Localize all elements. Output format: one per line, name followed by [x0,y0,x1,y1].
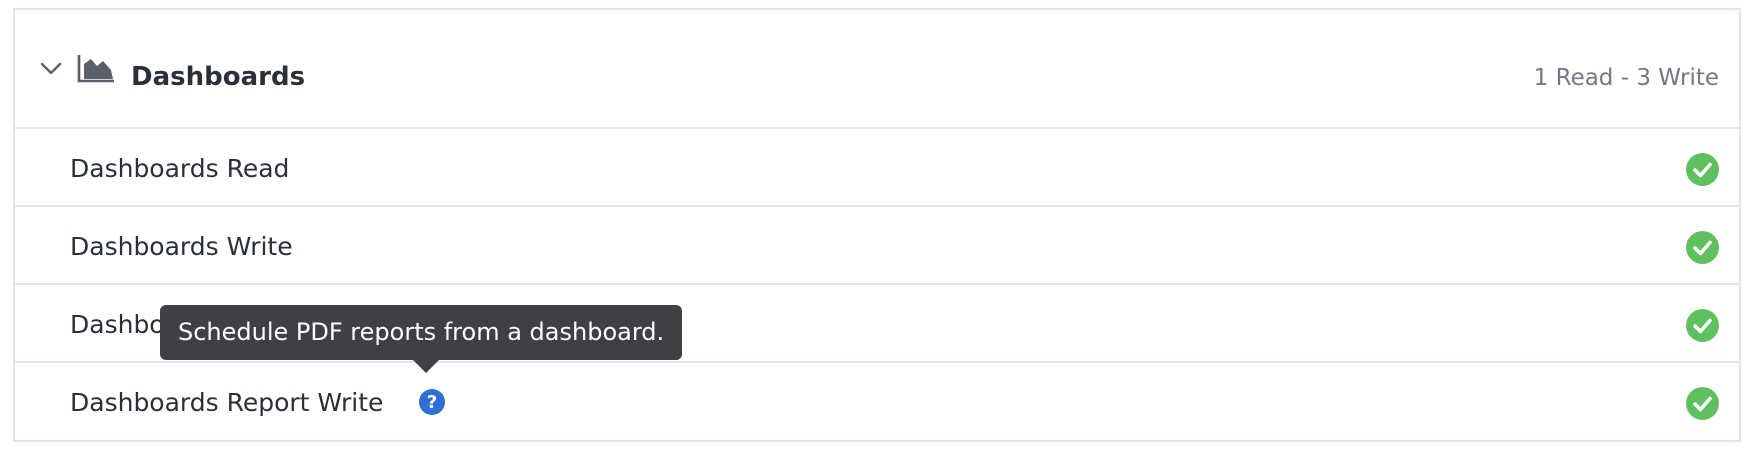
permission-row-dashboards-report-write: Dashboards Report Write ? [15,363,1739,441]
help-tooltip: Schedule PDF reports from a dashboard. [160,305,683,360]
svg-text:?: ? [427,392,437,413]
permission-row-dashboards-read: Dashboards Read [15,129,1739,207]
dashboards-permissions-panel: Dashboards 1 Read - 3 Write Dashboards R… [13,8,1741,442]
permission-label: Dashboards Report Write [70,388,384,417]
permissions-summary: 1 Read - 3 Write [1533,65,1719,91]
check-circle-icon [1686,387,1719,420]
dashboards-section-header[interactable]: Dashboards 1 Read - 3 Write [15,10,1739,129]
tooltip-arrow [412,359,440,373]
check-circle-icon [1686,309,1719,342]
question-circle-icon[interactable]: ? [418,388,446,416]
section-title: Dashboards [131,62,306,92]
chevron-down-icon[interactable] [39,57,63,81]
area-chart-icon [77,55,114,83]
permission-label: Dashboards Write [70,232,293,261]
check-circle-icon [1686,231,1719,264]
permission-row-dashboards-write: Dashboards Write [15,207,1739,285]
check-circle-icon [1686,153,1719,186]
permission-label: Dashboards Read [70,154,290,183]
